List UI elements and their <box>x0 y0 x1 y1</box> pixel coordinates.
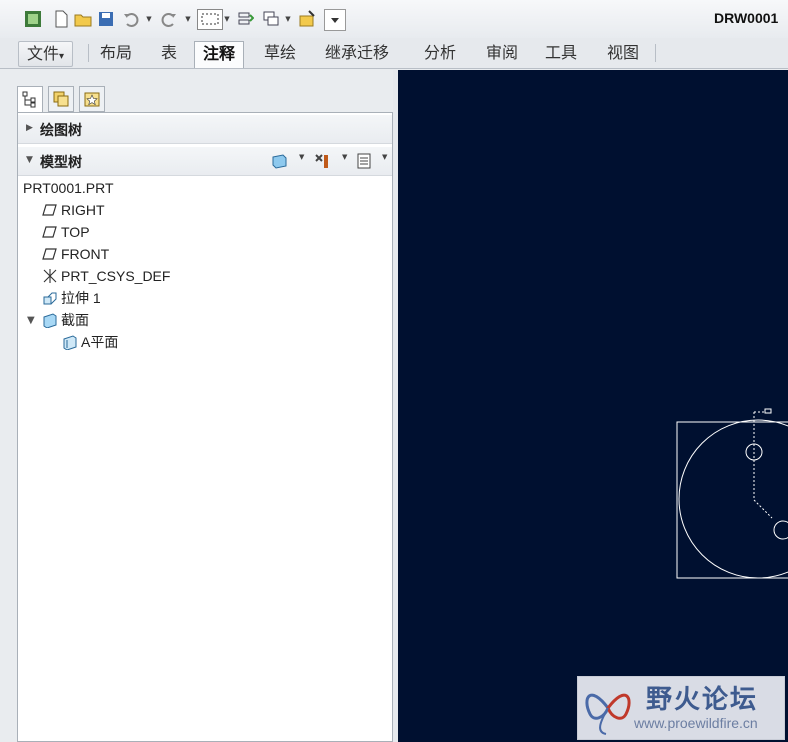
navigator-tabs <box>17 86 107 112</box>
navigator-panel: ▶ 绘图树 ▼ 模型树 ▼ ▼ ▼ PRT0001.PRT RIGHT TOP … <box>17 112 393 742</box>
regenerate-icon[interactable] <box>236 10 254 28</box>
tree-item-label: 拉伸 1 <box>61 290 101 306</box>
tree-item-label: FRONT <box>61 246 110 262</box>
extrude-icon <box>42 290 58 306</box>
tree-item-csys[interactable]: PRT_CSYS_DEF <box>42 266 170 286</box>
selection-dropdown-icon[interactable]: ▼ <box>223 10 231 28</box>
datum-plane-icon <box>42 224 58 240</box>
tree-item-label: A平面 <box>81 334 119 350</box>
tab-review[interactable]: 审阅 <box>478 41 526 65</box>
tab-tools[interactable]: 工具 <box>537 41 585 65</box>
tree-item-right[interactable]: RIGHT <box>42 200 105 220</box>
tab-separator <box>88 44 89 62</box>
undo-dropdown-icon[interactable]: ▼ <box>145 10 153 28</box>
graphics-window[interactable] <box>398 70 788 742</box>
part-outline-circle <box>678 419 788 579</box>
tab-sketch[interactable]: 草绘 <box>256 41 304 65</box>
tree-item-section[interactable]: 截面 <box>42 310 89 330</box>
section-line <box>753 412 773 519</box>
drawing-tree-label: 绘图树 <box>40 123 82 139</box>
expand-arrow-icon[interactable]: ▼ <box>27 315 35 326</box>
show-dropdown-icon[interactable]: ▼ <box>299 153 304 161</box>
app-icon[interactable] <box>24 10 42 28</box>
tab-analysis[interactable]: 分析 <box>416 41 464 65</box>
tree-item-section-a[interactable]: A平面 <box>62 332 118 352</box>
favorites-icon <box>84 92 100 107</box>
tree-item-extrude[interactable]: 拉伸 1 <box>42 288 101 308</box>
section-plane-icon <box>62 334 78 351</box>
open-folder-icon[interactable] <box>74 10 92 28</box>
tab-file-label: 文件 <box>27 44 60 63</box>
hole-circle-right <box>773 520 788 540</box>
tree-item-label: 截面 <box>61 312 89 328</box>
window-title: DRW0001 <box>714 10 779 26</box>
tree-item-part[interactable]: PRT0001.PRT <box>23 178 114 198</box>
tab-separator <box>655 44 656 62</box>
view-border <box>676 421 788 579</box>
windows-dropdown-icon[interactable]: ▼ <box>284 10 292 28</box>
tree-item-top[interactable]: TOP <box>42 222 90 242</box>
tree-item-label: PRT_CSYS_DEF <box>61 268 171 284</box>
show-icon[interactable] <box>270 152 288 170</box>
tab-file-dropdown-icon: ▾ <box>59 51 65 62</box>
model-tree-header[interactable]: ▼ 模型树 ▼ ▼ ▼ <box>18 147 392 176</box>
windows-icon[interactable] <box>262 10 280 28</box>
new-file-icon[interactable] <box>52 10 70 28</box>
settings-dropdown-icon[interactable]: ▼ <box>342 153 347 161</box>
selection-box-icon[interactable] <box>197 9 223 30</box>
tree-item-label: PRT0001.PRT <box>23 180 114 196</box>
watermark-name: 野火论坛 <box>646 685 759 715</box>
tab-view[interactable]: 视图 <box>599 41 647 65</box>
folder-browser-icon <box>53 91 69 107</box>
section-arrow-head <box>764 408 772 414</box>
settings-icon[interactable] <box>313 152 331 170</box>
drawing-tree-header[interactable]: ▶ 绘图树 <box>18 115 392 144</box>
csys-icon <box>42 268 58 284</box>
tab-file[interactable]: 文件▾ <box>18 41 74 67</box>
drawing-view <box>676 408 788 579</box>
datum-plane-icon <box>42 246 58 262</box>
tab-legacy-migration[interactable]: 继承迁移 <box>317 41 397 65</box>
watermark-url: www.proewildfire.cn <box>634 715 758 731</box>
customize-toolbar-icon[interactable] <box>324 9 346 31</box>
section-icon <box>42 312 58 329</box>
model-tree-tab[interactable] <box>17 86 43 112</box>
collapsed-arrow-icon: ▶ <box>26 123 33 133</box>
expanded-arrow-icon: ▼ <box>26 155 33 165</box>
undo-icon[interactable] <box>122 10 140 28</box>
model-tree-label: 模型树 <box>40 155 82 171</box>
butterfly-logo-icon <box>585 693 631 735</box>
tree-item-label: TOP <box>61 224 90 240</box>
tab-table[interactable]: 表 <box>153 41 185 65</box>
redo-icon[interactable] <box>160 10 178 28</box>
tree-icon <box>22 91 36 108</box>
tab-layout[interactable]: 布局 <box>92 41 140 65</box>
tab-annotate[interactable]: 注释 <box>194 41 245 68</box>
close-window-icon[interactable] <box>298 10 316 28</box>
folder-browser-tab[interactable] <box>48 86 74 112</box>
tree-item-front[interactable]: FRONT <box>42 244 109 264</box>
ribbon-tab-bar: 文件▾ 布局 表 注释 草绘 继承迁移 分析 审阅 工具 视图 <box>0 38 788 69</box>
favorites-tab[interactable] <box>79 86 105 112</box>
save-icon[interactable] <box>97 10 115 28</box>
quick-access-toolbar: ▼ ▼ ▼ ▼ DRW0001 <box>0 0 788 38</box>
tree-item-label: RIGHT <box>61 202 105 218</box>
forum-watermark: 野火论坛 www.proewildfire.cn <box>577 676 785 740</box>
columns-icon[interactable] <box>355 152 373 170</box>
columns-dropdown-icon[interactable]: ▼ <box>382 153 387 161</box>
datum-plane-icon <box>42 202 58 218</box>
redo-dropdown-icon[interactable]: ▼ <box>184 10 192 28</box>
